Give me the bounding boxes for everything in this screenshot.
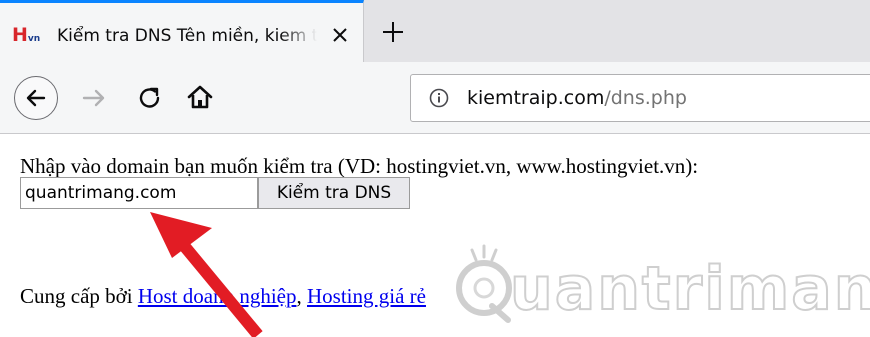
- browser-tab[interactable]: Hvn Kiểm tra DNS Tên miền, kiem tra dns: [0, 0, 364, 62]
- domain-input[interactable]: [20, 177, 258, 209]
- navigation-bar: kiemtraip.com/dns.php: [0, 62, 870, 134]
- plus-icon[interactable]: [378, 17, 408, 47]
- url-bar[interactable]: kiemtraip.com/dns.php: [410, 74, 870, 122]
- info-icon[interactable]: [429, 88, 449, 108]
- link-cheap-hosting[interactable]: Hosting giá rẻ: [307, 284, 426, 308]
- page-content: Nhập vào domain bạn muốn kiểm tra (VD: h…: [0, 134, 870, 337]
- site-favicon: Hvn: [12, 24, 41, 46]
- reload-icon[interactable]: [135, 83, 165, 113]
- domain-prompt-label: Nhập vào domain bạn muốn kiểm tra (VD: h…: [20, 154, 699, 178]
- home-icon[interactable]: [185, 82, 215, 112]
- check-dns-button[interactable]: Kiểm tra DNS: [258, 177, 410, 209]
- link-business-host[interactable]: Host doanh nghiệp: [138, 284, 297, 308]
- watermark-logo: [456, 244, 512, 323]
- back-arrow-icon: [26, 89, 46, 107]
- provided-by-line: Cung cấp bởi Host doanh nghiệp, Hosting …: [20, 284, 426, 308]
- link-separator: ,: [296, 284, 307, 308]
- back-button[interactable]: [14, 76, 58, 120]
- watermark-text: uantrimang: [509, 253, 870, 325]
- forward-arrow-icon[interactable]: [80, 84, 108, 112]
- tab-title: Kiểm tra DNS Tên miền, kiem tra dns: [57, 26, 317, 46]
- watermark: uantrimang: [452, 244, 870, 328]
- provided-by-label: Cung cấp bởi: [20, 284, 138, 308]
- tab-strip: Hvn Kiểm tra DNS Tên miền, kiem tra dns: [0, 0, 870, 62]
- close-icon[interactable]: [328, 23, 352, 47]
- url-text[interactable]: kiemtraip.com/dns.php: [467, 87, 687, 109]
